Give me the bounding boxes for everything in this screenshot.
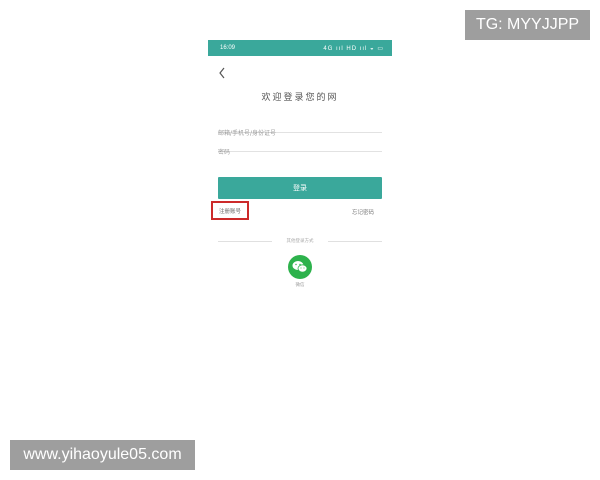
status-icons: 4G ııl HD ııl ◒ ▭ xyxy=(323,46,384,52)
login-button[interactable]: 登录 xyxy=(218,177,382,199)
forgot-password-link[interactable]: 忘记密码 xyxy=(352,208,374,216)
url-watermark: www.yihaoyule05.com xyxy=(10,440,195,470)
password-input[interactable] xyxy=(218,146,382,159)
other-login-label: 其他登录方式 xyxy=(286,239,314,244)
divider-right xyxy=(328,241,382,242)
divider-left xyxy=(218,241,272,242)
page-title: 欢迎登录您的网 xyxy=(261,93,339,103)
chevron-left-icon[interactable] xyxy=(218,67,228,79)
wechat-label: 微信 xyxy=(295,283,305,288)
tg-watermark: TG: MYYJJPP xyxy=(465,10,590,40)
register-link[interactable]: 注册账号 xyxy=(211,201,249,220)
wechat-login-button[interactable] xyxy=(288,255,312,279)
password-field xyxy=(218,139,382,159)
account-field xyxy=(218,120,382,140)
phone-screen: 16:09 4G ııl HD ııl ◒ ▭ 欢迎登录您的网 登录 注册账号 … xyxy=(208,40,392,300)
status-bar: 16:09 4G ııl HD ııl ◒ ▭ xyxy=(208,40,392,56)
wechat-icon xyxy=(292,261,308,273)
account-input[interactable] xyxy=(218,127,382,140)
status-time: 16:09 xyxy=(220,45,236,51)
